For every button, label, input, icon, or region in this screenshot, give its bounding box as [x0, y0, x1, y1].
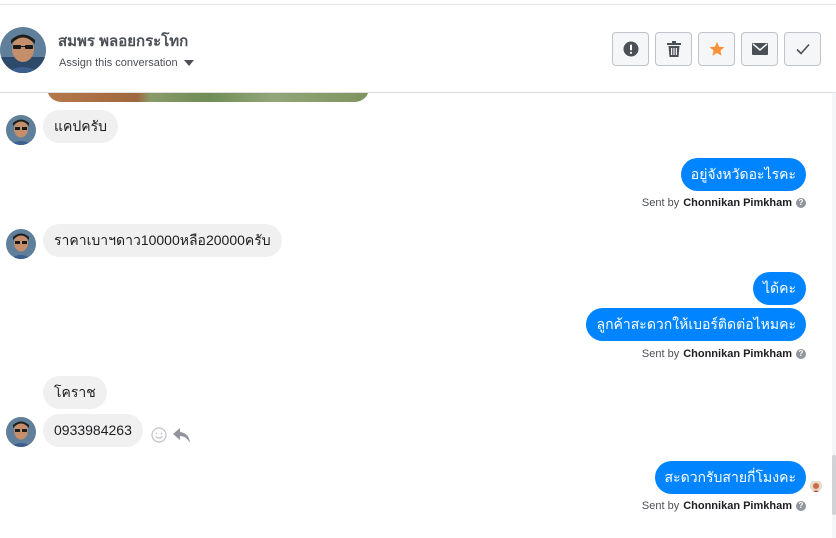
mark-done-button[interactable] [784, 32, 821, 66]
customer-avatar[interactable] [6, 229, 36, 259]
smiley-icon[interactable] [151, 427, 167, 443]
photo-attachment[interactable] [47, 93, 369, 102]
star-icon [709, 41, 724, 56]
caret-down-icon [183, 60, 194, 66]
conversation-actions [612, 32, 821, 66]
delete-button[interactable] [655, 32, 692, 66]
sent-by-prefix: Sent by [641, 197, 680, 209]
contact-name[interactable]: สมพร พลอยกระโทก [58, 29, 188, 53]
outgoing-message[interactable]: อยู่จังหวัดอะไรคะ [680, 158, 806, 191]
exclamation-icon [623, 41, 638, 57]
seen-avatar [810, 480, 822, 492]
sent-by-prefix: Sent by [641, 500, 680, 512]
assign-conversation-dropdown[interactable]: Assign this conversation [59, 57, 194, 69]
help-icon[interactable]: ? [796, 198, 806, 208]
spam-button[interactable] [612, 32, 649, 66]
sent-by-info: Sent by Chonnikan Pimkham ? [642, 348, 806, 360]
incoming-message[interactable]: ราคาเบาฯดาว10000หลือ20000ครับ [43, 224, 282, 257]
scrollbar-thumb[interactable] [832, 455, 836, 515]
mark-unread-button[interactable] [741, 32, 778, 66]
help-icon[interactable]: ? [796, 349, 806, 359]
outgoing-message[interactable]: ลูกค้าสะดวกให้เบอร์ติดต่อไหมคะ [586, 308, 806, 341]
envelope-icon [751, 43, 768, 55]
message-reactions [151, 427, 191, 443]
sent-by-name[interactable]: Chonnikan Pimkham [683, 348, 792, 360]
incoming-message[interactable]: โคราช [43, 376, 107, 409]
sent-by-name[interactable]: Chonnikan Pimkham [683, 197, 792, 209]
sent-by-prefix: Sent by [641, 348, 680, 360]
contact-avatar[interactable] [0, 27, 46, 73]
outgoing-message[interactable]: ได้คะ [752, 272, 806, 305]
incoming-message[interactable]: 0933984263 [43, 414, 143, 447]
sent-by-info: Sent by Chonnikan Pimkham ? [642, 500, 806, 512]
reply-icon[interactable] [173, 427, 191, 443]
sent-by-info: Sent by Chonnikan Pimkham ? [642, 197, 806, 209]
checkmark-icon [795, 43, 810, 55]
incoming-message[interactable]: แคปครับ [43, 110, 119, 143]
help-icon[interactable]: ? [796, 501, 806, 511]
customer-avatar[interactable] [6, 417, 36, 447]
customer-avatar[interactable] [6, 115, 36, 145]
outgoing-message[interactable]: สะดวกรับสายกี่โมงคะ [654, 461, 806, 494]
trash-icon [666, 41, 681, 57]
star-button[interactable] [698, 32, 735, 66]
message-thread: แคปครับ อยู่จังหวัดอะไรคะ Sent by Chonni… [0, 93, 836, 538]
assign-label: Assign this conversation [59, 57, 178, 69]
sent-by-name[interactable]: Chonnikan Pimkham [683, 500, 792, 512]
conversation-header: สมพร พลอยกระโทก Assign this conversation [0, 5, 836, 93]
